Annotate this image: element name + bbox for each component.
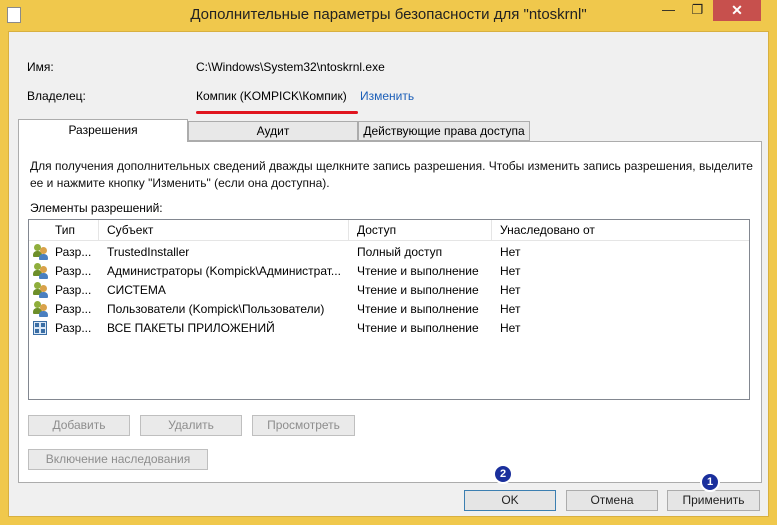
cell-access: Чтение и выполнение (357, 321, 479, 335)
name-label: Имя: (27, 60, 54, 74)
cell-inherited: Нет (500, 321, 521, 335)
users-icon (33, 301, 49, 317)
cell-inherited: Нет (500, 283, 521, 297)
column-subject[interactable]: Субъект (99, 220, 349, 241)
cell-type: Разр... (55, 245, 92, 259)
dialog-client: Имя: C:\Windows\System32\ntoskrnl.exe Вл… (8, 31, 769, 517)
tab-permissions[interactable]: Разрешения (18, 119, 188, 142)
cancel-button[interactable]: Отмена (566, 490, 658, 511)
column-type[interactable]: Тип (47, 220, 99, 241)
table-row[interactable]: Разр... TrustedInstaller Полный доступ Нет (29, 243, 749, 262)
title-bar: Дополнительные параметры безопасности дл… (0, 0, 777, 31)
column-access[interactable]: Доступ (349, 220, 492, 241)
cell-subject: Пользователи (Kompick\Пользователи) (107, 302, 325, 316)
minimize-button[interactable]: — (655, 0, 682, 21)
cell-access: Чтение и выполнение (357, 283, 479, 297)
table-row[interactable]: Разр... ВСЕ ПАКЕТЫ ПРИЛОЖЕНИЙ Чтение и вып… (29, 319, 749, 338)
table-row[interactable]: Разр... Администраторы (Kompick\Администр… (29, 262, 749, 281)
enable-inheritance-button[interactable]: Включение наследования (28, 449, 208, 470)
cell-inherited: Нет (500, 264, 521, 278)
remove-button[interactable]: Удалить (140, 415, 242, 436)
annotation-badge-2: 2 (493, 464, 513, 484)
column-inherited[interactable]: Унаследовано от (492, 220, 749, 241)
table-row[interactable]: Разр... СИСТЕМА Чтение и выполнение Нет (29, 281, 749, 300)
name-value: C:\Windows\System32\ntoskrnl.exe (196, 60, 385, 74)
cell-subject: ВСЕ ПАКЕТЫ ПРИЛОЖЕНИЙ (107, 321, 275, 335)
change-owner-link[interactable]: Изменить (360, 89, 414, 103)
cell-access: Чтение и выполнение (357, 302, 479, 316)
permission-entries-label: Элементы разрешений: (30, 201, 163, 215)
owner-value: Компик (KOMPICK\Компик) (196, 89, 347, 103)
cell-access: Полный доступ (357, 245, 443, 259)
tab-audit[interactable]: Аудит (188, 121, 358, 141)
users-icon (33, 282, 49, 298)
cell-inherited: Нет (500, 302, 521, 316)
view-button[interactable]: Просмотреть (252, 415, 355, 436)
users-icon (33, 263, 49, 279)
add-button[interactable]: Добавить (28, 415, 130, 436)
annotation-badge-1: 1 (700, 472, 720, 492)
ok-button[interactable]: OK (464, 490, 556, 511)
apply-button[interactable]: Применить (667, 490, 760, 511)
cell-subject: СИСТЕМА (107, 283, 166, 297)
table-row[interactable]: Разр... Пользователи (Kompick\Пользовател… (29, 300, 749, 319)
maximize-button[interactable]: ❐ (684, 0, 711, 21)
red-underline-annotation (196, 111, 358, 114)
cell-type: Разр... (55, 321, 92, 335)
owner-label: Владелец: (27, 89, 86, 103)
users-icon (33, 244, 49, 260)
tab-effective-access[interactable]: Действующие права доступа (358, 121, 530, 141)
permissions-description: Для получения дополнительных сведений дв… (30, 159, 753, 190)
permissions-panel: Для получения дополнительных сведений дв… (18, 141, 762, 483)
cell-type: Разр... (55, 264, 92, 278)
list-header: Тип Субъект Доступ Унаследовано от (29, 220, 749, 241)
cell-type: Разр... (55, 283, 92, 297)
app-package-icon (33, 321, 47, 335)
cell-inherited: Нет (500, 245, 521, 259)
cell-type: Разр... (55, 302, 92, 316)
permission-entries-list[interactable]: Тип Субъект Доступ Унаследовано от Разр.… (28, 219, 750, 400)
cell-access: Чтение и выполнение (357, 264, 479, 278)
close-button[interactable]: ✕ (713, 0, 761, 21)
cell-subject: TrustedInstaller (107, 245, 190, 259)
cell-subject: Администраторы (Kompick\Администрат... (107, 264, 341, 278)
